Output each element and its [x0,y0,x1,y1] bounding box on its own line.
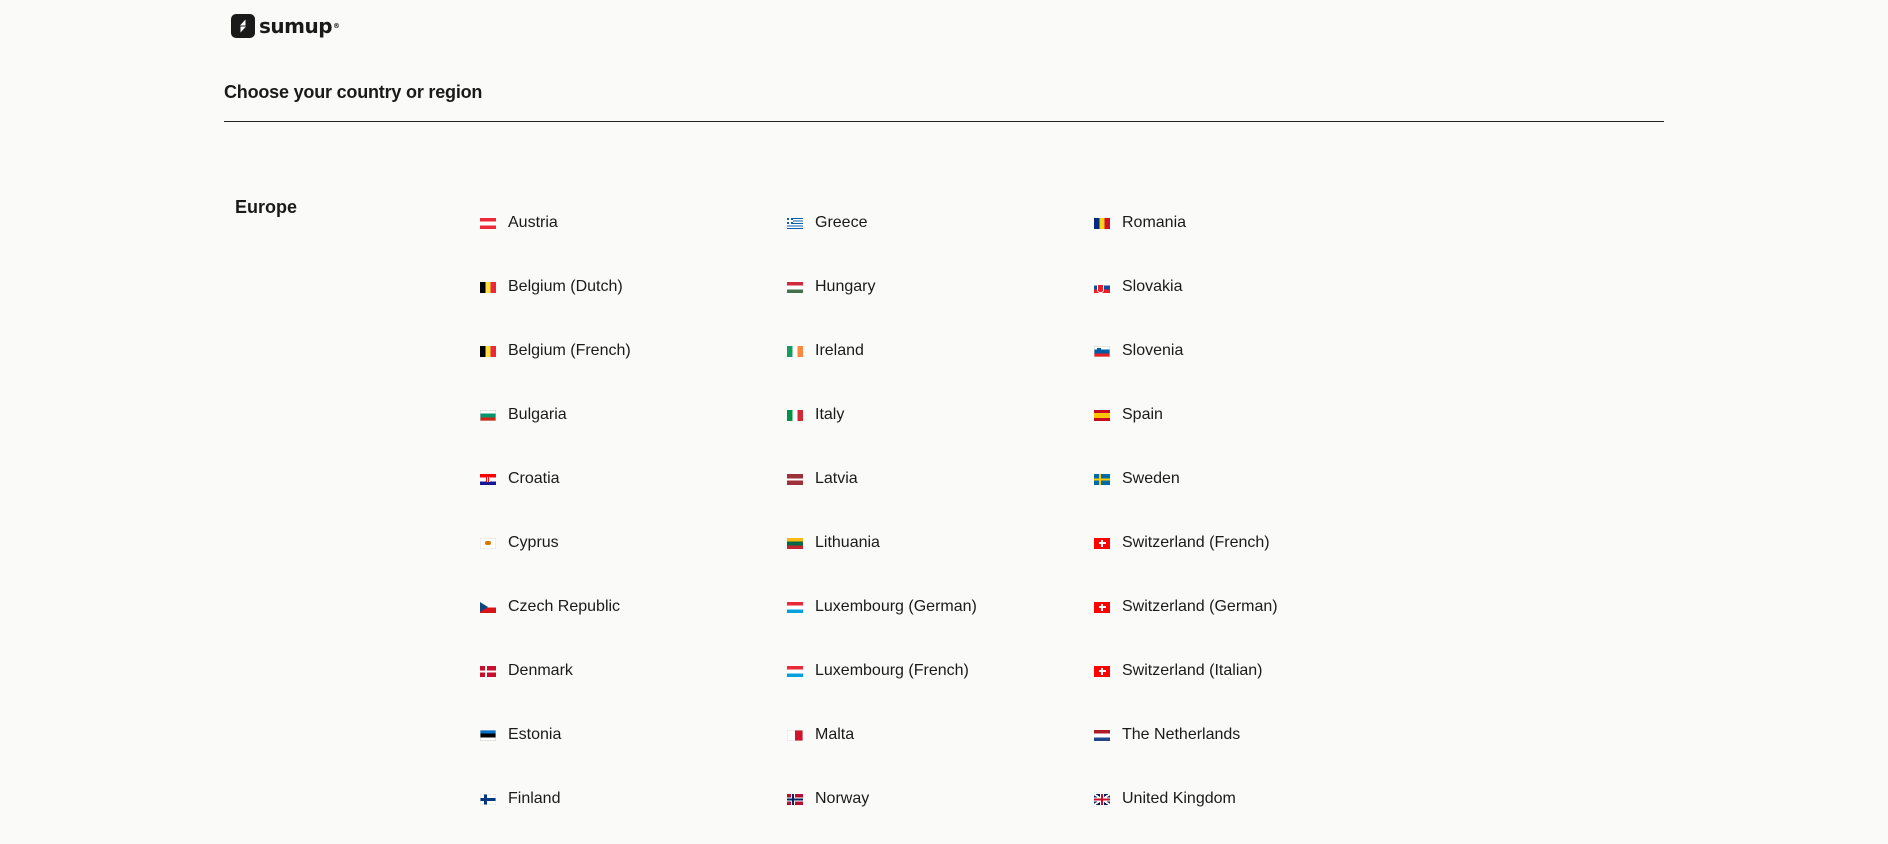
country-label: Lithuania [815,534,880,551]
flag-luxembourg-icon [787,665,803,677]
country-link-switzerland-french[interactable]: Switzerland (French) [1094,524,1401,562]
country-label: Switzerland (Italian) [1122,662,1263,679]
country-link-slovenia[interactable]: Slovenia [1094,332,1401,370]
region-heading-europe: Europe [235,197,298,217]
country-label: Latvia [815,470,858,487]
country-label: Austria [508,214,558,231]
country-link-greece[interactable]: Greece [787,204,1094,242]
flag-slovenia-icon [1094,345,1110,357]
country-label: Estonia [508,726,562,743]
country-label: Italy [815,406,845,423]
country-list: Austria Belgium (Dutch) Belgium (French) Bu… [480,204,1401,844]
country-label: Romania [1122,214,1187,231]
country-link-estonia[interactable]: Estonia [480,716,787,754]
flag-czech-republic-icon [480,601,496,613]
flag-switzerland-icon [1094,601,1110,613]
page-title: Choose your country or region [224,82,483,102]
country-link-malta[interactable]: Malta [787,716,1094,754]
flag-switzerland-icon [1094,537,1110,549]
country-link-hungary[interactable]: Hungary [787,268,1094,306]
flag-spain-icon [1094,409,1110,421]
country-label: Denmark [508,662,573,679]
country-link-czech-republic[interactable]: Czech Republic [480,588,787,626]
country-link-switzerland-italian[interactable]: Switzerland (Italian) [1094,652,1401,690]
flag-finland-icon [480,793,496,805]
country-label: Spain [1122,406,1163,423]
flag-belgium-icon [480,345,496,357]
country-label: Slovakia [1122,278,1183,295]
country-link-denmark[interactable]: Denmark [480,652,787,690]
country-link-luxembourg-french[interactable]: Luxembourg (French) [787,652,1094,690]
country-link-bulgaria[interactable]: Bulgaria [480,396,787,434]
title-divider [224,121,1664,122]
country-link-romania[interactable]: Romania [1094,204,1401,242]
country-label: Belgium (French) [508,342,631,359]
flag-belgium-icon [480,281,496,293]
country-label: Malta [815,726,855,743]
flag-hungary-icon [787,281,803,293]
country-label: United Kingdom [1122,790,1236,807]
flag-lithuania-icon [787,537,803,549]
country-label: Hungary [815,278,876,295]
country-link-croatia[interactable]: Croatia [480,460,787,498]
country-label: Belgium (Dutch) [508,278,623,295]
country-link-austria[interactable]: Austria [480,204,787,242]
flag-austria-icon [480,217,496,229]
country-link-the-netherlands[interactable]: The Netherlands [1094,716,1401,754]
country-link-latvia[interactable]: Latvia [787,460,1094,498]
flag-croatia-icon [480,473,496,485]
flag-luxembourg-icon [787,601,803,613]
flag-denmark-icon [480,665,496,677]
flag-ireland-icon [787,345,803,357]
country-link-spain[interactable]: Spain [1094,396,1401,434]
flag-cyprus-icon [480,537,496,549]
country-label: Bulgaria [508,406,567,423]
flag-united-kingdom-icon [1094,793,1110,805]
country-label: Ireland [815,342,864,359]
country-link-finland[interactable]: Finland [480,780,787,818]
country-label: Czech Republic [508,598,621,615]
brand-name: sumup® [259,14,340,38]
flag-bulgaria-icon [480,409,496,421]
country-link-belgium-french[interactable]: Belgium (French) [480,332,787,370]
flag-latvia-icon [787,473,803,485]
country-label: Sweden [1122,470,1180,487]
country-link-lithuania[interactable]: Lithuania [787,524,1094,562]
flag-italy-icon [787,409,803,421]
sumup-logo-link[interactable]: sumup® [231,14,340,38]
country-link-ireland[interactable]: Ireland [787,332,1094,370]
country-label: Greece [815,214,868,231]
country-link-norway[interactable]: Norway [787,780,1094,818]
country-link-united-kingdom[interactable]: United Kingdom [1094,780,1401,818]
country-label: Slovenia [1122,342,1184,359]
country-label: Switzerland (German) [1122,598,1278,615]
country-label: Cyprus [508,534,559,551]
country-link-sweden[interactable]: Sweden [1094,460,1401,498]
country-label: Luxembourg (German) [815,598,977,615]
country-label: Norway [815,790,870,807]
country-label: Switzerland (French) [1122,534,1270,551]
flag-switzerland-icon [1094,665,1110,677]
country-link-italy[interactable]: Italy [787,396,1094,434]
country-label: Luxembourg (French) [815,662,969,679]
country-label: Finland [508,790,561,807]
flag-sweden-icon [1094,473,1110,485]
country-label: Croatia [508,470,560,487]
flag-estonia-icon [480,729,496,741]
country-link-luxembourg-german[interactable]: Luxembourg (German) [787,588,1094,626]
country-link-slovakia[interactable]: Slovakia [1094,268,1401,306]
flag-norway-icon [787,793,803,805]
flag-netherlands-icon [1094,729,1110,741]
flag-romania-icon [1094,217,1110,229]
country-link-belgium-dutch[interactable]: Belgium (Dutch) [480,268,787,306]
country-label: The Netherlands [1122,726,1241,743]
flag-greece-icon [787,217,803,229]
sumup-logo-icon [231,14,255,38]
country-link-cyprus[interactable]: Cyprus [480,524,787,562]
flag-malta-icon [787,729,803,741]
flag-slovakia-icon [1094,281,1110,293]
country-link-switzerland-german[interactable]: Switzerland (German) [1094,588,1401,626]
